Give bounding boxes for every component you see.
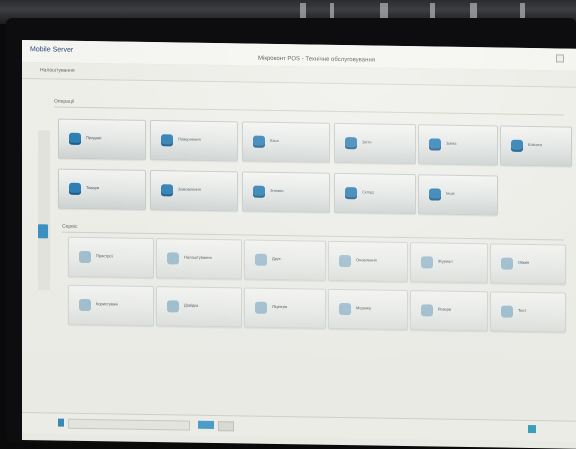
secondary-button[interactable] xyxy=(218,421,234,432)
backup-icon xyxy=(421,304,433,317)
tile-label: Обмін xyxy=(518,259,530,265)
tile-label: Налаштування xyxy=(184,254,212,260)
tile-label: Друк xyxy=(272,255,281,262)
shelf-stripe xyxy=(520,3,525,19)
section-label-operations: Операції xyxy=(54,98,75,105)
settings-icon xyxy=(167,252,179,265)
report-icon xyxy=(345,137,357,150)
log-icon xyxy=(421,256,433,269)
tile-goods[interactable]: Товари xyxy=(58,168,146,210)
tile-users[interactable]: Користувачі xyxy=(68,284,154,327)
cart-icon xyxy=(69,132,81,145)
shelf-stripe xyxy=(380,3,388,19)
tile-warehouse[interactable]: Склад xyxy=(334,172,416,215)
return-icon xyxy=(161,134,173,147)
register-icon xyxy=(253,135,265,148)
command-input[interactable] xyxy=(68,418,190,431)
tile-order[interactable]: Замовлення xyxy=(150,170,238,212)
tile-label: Повернення xyxy=(178,136,201,142)
discount-icon xyxy=(253,185,265,198)
status-bar xyxy=(22,412,576,442)
app-window: Mobile Server Мікроконт POS - Технічне о… xyxy=(22,40,576,449)
tile-label: Замовлення xyxy=(178,186,201,192)
help-icon xyxy=(167,300,179,313)
side-panel xyxy=(38,130,50,291)
tile-test[interactable]: Тест xyxy=(490,291,566,333)
tile-label: Журнал xyxy=(438,258,453,264)
tile-customer[interactable]: Клієнти xyxy=(500,125,572,167)
tile-backup[interactable]: Резерв xyxy=(410,290,488,332)
tile-label: Зміна xyxy=(446,140,457,146)
tile-device[interactable]: Пристрої xyxy=(68,236,154,279)
shelf-stripe xyxy=(430,3,435,19)
network-icon xyxy=(339,302,351,316)
update-icon xyxy=(339,254,351,268)
app-name: Mobile Server xyxy=(30,46,74,54)
tile-sync[interactable]: Обмін xyxy=(490,243,566,285)
menu-item-settings[interactable]: Налаштування xyxy=(40,67,75,74)
tile-label: Резерв xyxy=(438,306,451,312)
shift-icon xyxy=(429,138,441,151)
print-icon xyxy=(255,253,267,266)
tile-settings[interactable]: Налаштування xyxy=(156,238,242,280)
shelf-stripe xyxy=(330,3,334,19)
shelf-stripe xyxy=(470,3,477,19)
tile-cart[interactable]: Продажі xyxy=(58,118,146,160)
tile-label: Знижки xyxy=(270,187,284,194)
test-icon xyxy=(501,305,513,318)
tile-label: Тест xyxy=(518,307,527,313)
tile-register[interactable]: Каса xyxy=(242,121,330,163)
tile-label: Каса xyxy=(270,137,279,144)
tile-label: Інше xyxy=(446,190,455,196)
submit-button[interactable] xyxy=(198,420,214,430)
tile-label: Звіти xyxy=(362,139,372,145)
more-icon xyxy=(429,188,441,201)
customer-icon xyxy=(511,139,523,152)
tile-label: Оновлення xyxy=(356,257,377,263)
tile-label: Клієнти xyxy=(528,141,542,148)
warehouse-icon xyxy=(345,187,357,200)
side-panel-toggle[interactable] xyxy=(38,224,48,239)
device-icon xyxy=(79,250,91,264)
tile-more[interactable]: Інше xyxy=(418,174,498,216)
tile-label: Пристрої xyxy=(96,253,113,259)
tile-discount[interactable]: Знижки xyxy=(242,171,330,213)
tile-label: Ліцензія xyxy=(272,303,288,310)
tile-label: Довідка xyxy=(184,302,199,308)
tile-label: Користувачі xyxy=(96,301,119,307)
section-label-service: Сервіс xyxy=(62,223,78,230)
users-icon xyxy=(79,298,91,312)
sync-icon xyxy=(501,257,513,270)
tile-return[interactable]: Повернення xyxy=(150,120,238,162)
tile-update[interactable]: Оновлення xyxy=(328,240,408,283)
tile-report[interactable]: Звіти xyxy=(334,122,416,165)
goods-icon xyxy=(69,182,81,195)
tile-help[interactable]: Довідка xyxy=(156,286,242,328)
tile-label: Товари xyxy=(86,185,100,191)
tile-label: Мережа xyxy=(356,305,371,311)
license-icon xyxy=(255,301,267,314)
shelf-stripe xyxy=(300,3,306,19)
tile-label: Продажі xyxy=(86,135,102,141)
tile-license[interactable]: Ліцензія xyxy=(244,287,326,329)
divider xyxy=(54,106,564,116)
status-icon xyxy=(58,418,64,427)
connection-icon xyxy=(528,424,536,434)
tile-label: Склад xyxy=(362,189,374,195)
window-control-icon[interactable] xyxy=(556,54,564,63)
tile-network[interactable]: Мережа xyxy=(328,288,408,331)
tile-log[interactable]: Журнал xyxy=(410,242,488,284)
tile-shift[interactable]: Зміна xyxy=(418,124,498,166)
order-icon xyxy=(161,184,173,197)
tile-print[interactable]: Друк xyxy=(244,239,326,281)
window-title: Мікроконт POS - Технічне обслуговування xyxy=(258,55,376,64)
